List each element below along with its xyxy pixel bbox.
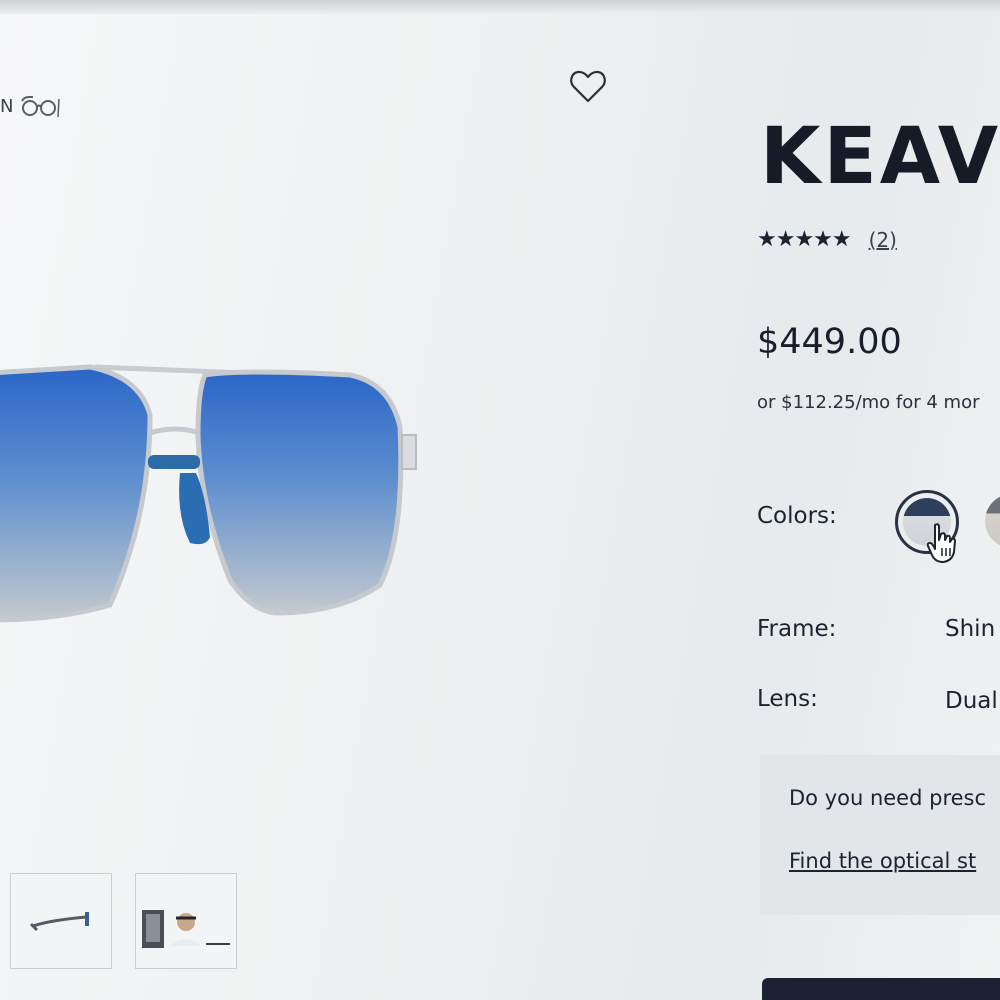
- product-title: KEAV: [760, 112, 1000, 202]
- thumbnail-side-view[interactable]: [10, 873, 112, 969]
- thumbnail-model-image: [142, 910, 230, 948]
- colors-label: Colors:: [757, 503, 837, 529]
- color-swatch-alt[interactable]: [985, 494, 1000, 548]
- frame-label: Frame:: [757, 616, 837, 642]
- virtual-try-on-button[interactable]: N: [0, 88, 61, 124]
- prescription-question: Do you need presc: [789, 786, 987, 810]
- thumbnail-side-image: [29, 912, 89, 932]
- glasses-icon: [21, 96, 61, 118]
- installment-text: or $112.25/mo for 4 mor: [757, 392, 980, 413]
- top-edge: [0, 0, 1000, 14]
- add-to-cart-button[interactable]: [762, 978, 1000, 1000]
- review-count-link[interactable]: (2): [869, 228, 897, 252]
- product-image-sunglasses: [0, 364, 417, 623]
- try-on-label: N: [0, 95, 14, 117]
- lens-label: Lens:: [757, 686, 818, 712]
- product-page: N KEAV ★★★★★ (2) $449.00 or $112.25/mo f…: [0, 0, 1000, 1000]
- frame-value: Shin: [945, 616, 996, 642]
- product-rating: ★★★★★ (2): [757, 227, 897, 252]
- prescription-panel: [760, 755, 1000, 915]
- rating-stars: ★★★★★: [757, 227, 852, 252]
- heart-icon[interactable]: [568, 66, 608, 106]
- find-optical-store-link[interactable]: Find the optical st: [789, 849, 976, 873]
- lens-value: Dual: [945, 688, 998, 714]
- thumbnail-model-photo[interactable]: [135, 873, 237, 969]
- product-price: $449.00: [757, 322, 902, 362]
- hand-cursor-icon: [926, 523, 956, 563]
